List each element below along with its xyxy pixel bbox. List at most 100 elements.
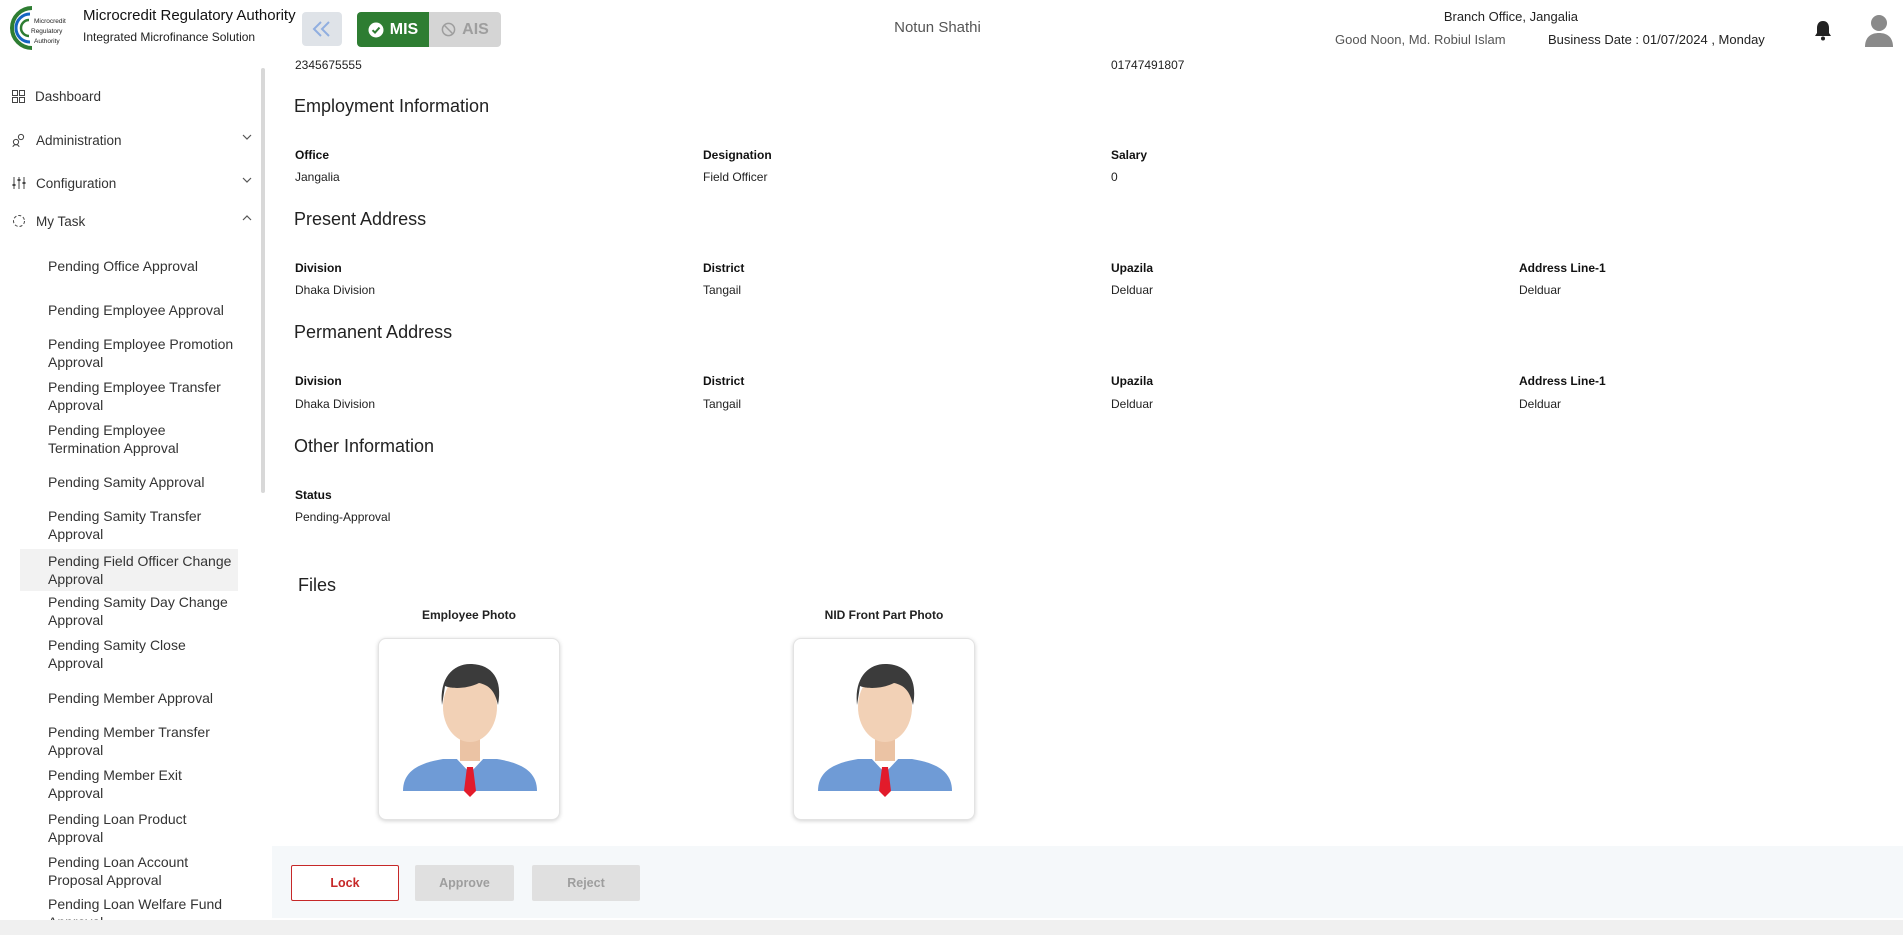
sidebar-subitem-active[interactable]: Pending Field Officer Change Approval [20,549,238,591]
sidebar-subitem[interactable]: Pending Office Approval [20,256,238,276]
permanent-upazila-value: Delduar [1111,397,1154,411]
chevron-down-icon [242,177,252,183]
sidebar-subitem-label: Pending Samity Transfer Approval [48,508,202,542]
module-switch: MIS AIS [357,12,501,47]
permanent-upazila-label: Upazila [1111,374,1154,388]
lock-button[interactable]: Lock [291,865,399,901]
ais-mode-button[interactable]: AIS [429,12,501,47]
status-value: Pending-Approval [295,510,391,524]
sidebar-subitem[interactable]: Pending Loan Welfare Fund Approval [20,895,238,920]
sidebar-subitem[interactable]: Pending Samity Transfer Approval [20,506,238,544]
check-circle-icon [368,22,384,37]
sidebar-subitem-label: Pending Member Approval [48,690,213,706]
block-icon [441,22,456,37]
sidebar-subitem-label: Pending Member Transfer Approval [48,724,210,758]
present-division-label: Division [295,261,342,275]
user-greeting: Good Noon, Md. Robiul Islam [1335,32,1506,47]
samity-name: Notun Shathi [894,19,981,36]
sidebar-subitem[interactable]: Pending Samity Day Change Approval [20,592,238,630]
permanent-address-line1-label: Address Line-1 [1519,374,1606,388]
present-district-value: Tangail [703,283,742,297]
sidebar-subitem-label: Pending Employee Termination Approval [48,422,179,456]
sidebar-item-label: My Task [36,213,86,229]
sidebar-subitem-label: Pending Samity Approval [48,474,205,490]
sidebar-subitem[interactable]: Pending Loan Product Approval [20,809,238,847]
nid-front-photo-thumbnail[interactable] [793,638,975,820]
approve-button[interactable]: Approve [415,865,514,901]
logo-line-2: Regulatory [31,28,63,35]
sidebar-subitem-label: Pending Employee Approval [48,302,224,318]
app-title: Microcredit Regulatory Authority [83,7,296,24]
sidebar-item-label: Administration [36,132,122,148]
office-value: Jangalia [295,170,340,184]
sidebar-subitem[interactable]: Pending Employee Transfer Approval [20,377,238,415]
sidebar-subitem[interactable]: Pending Samity Approval [20,472,238,492]
employee-photo-thumbnail[interactable] [378,638,560,820]
present-upazila-label: Upazila [1111,261,1154,275]
employment-section-title: Employment Information [294,96,490,116]
status-label: Status [295,488,332,502]
sidebar-item-my-task[interactable]: My Task [12,209,252,233]
nid-photo-label: NID Front Part Photo [824,608,944,622]
branch-office: Branch Office, Jangalia [1443,9,1578,24]
app-subtitle: Integrated Microfinance Solution [83,30,256,44]
top-left-value: 2345675555 [295,58,362,72]
top-header: Microcredit Regulatory Authority Microcr… [0,0,1903,58]
sidebar-subitem[interactable]: Pending Member Approval [20,688,238,708]
present-address-line1-label: Address Line-1 [1519,261,1606,275]
sidebar-subitem-label: Pending Field Officer Change Approval [48,553,232,587]
top-right-value: 01747491807 [1111,58,1185,72]
chevron-up-icon [242,215,252,221]
chevron-down-icon [242,134,252,140]
other-information-title: Other Information [294,436,435,456]
present-district-label: District [703,261,745,275]
permanent-address-title: Permanent Address [294,322,453,342]
sidebar-subitem[interactable]: Pending Loan Account Proposal Approval [20,852,238,890]
sidebar-subitem[interactable]: Pending Employee Promotion Approval [20,334,238,372]
present-address-line1-value: Delduar [1519,283,1562,297]
salary-label: Salary [1111,148,1148,162]
collapse-sidebar-button[interactable] [302,12,342,46]
logo-line-3: Authority [34,38,60,45]
footer-strip [0,920,1903,935]
mra-logo: Microcredit Regulatory Authority [10,6,66,50]
sidebar-subitem[interactable]: Pending Samity Close Approval [20,635,238,673]
permanent-division-label: Division [295,374,342,388]
permanent-district-label: District [703,374,745,388]
sidebar-subitem-label: Pending Office Approval [48,258,198,274]
sidebar-subitem-label: Pending Employee Promotion Approval [48,336,234,370]
sidebar-subitem-label: Pending Member Exit Approval [48,767,182,801]
sidebar-subitem[interactable]: Pending Member Transfer Approval [20,722,238,760]
sidebar-subitem[interactable]: Pending Employee Termination Approval [20,420,238,458]
sidebar-item-label: Dashboard [35,88,102,104]
ais-label: AIS [462,20,489,38]
sliders-icon [12,177,26,189]
person-avatar-illustration [403,663,537,797]
sidebar-item-configuration[interactable]: Configuration [12,171,252,195]
sidebar-scrollbar[interactable] [261,68,265,493]
designation-value: Field Officer [703,170,768,184]
present-division-value: Dhaka Division [295,283,376,297]
mis-label: MIS [389,20,419,38]
permanent-district-value: Tangail [703,397,742,411]
sidebar-subitem-label: Pending Loan Product Approval [48,811,187,845]
sidebar-subitem-label: Pending Samity Day Change Approval [48,594,228,628]
present-address-title: Present Address [294,209,427,229]
person-avatar-illustration [818,663,952,797]
reject-button[interactable]: Reject [532,865,640,901]
user-avatar-icon[interactable] [1863,13,1895,47]
salary-value: 0 [1111,170,1118,184]
permanent-division-value: Dhaka Division [295,397,376,411]
sidebar-subitem[interactable]: Pending Employee Approval [20,291,238,329]
sidebar-item-dashboard[interactable]: Dashboard [12,84,252,108]
sidebar: Dashboard Administration Configuration M… [0,58,272,920]
mis-mode-button[interactable]: MIS [357,12,429,47]
bell-icon[interactable] [1813,19,1833,41]
action-bar: Lock Approve Reject [272,846,1903,918]
sidebar-subitem[interactable]: Pending Member Exit Approval [20,765,238,803]
sidebar-item-administration[interactable]: Administration [12,128,252,152]
office-label: Office [295,148,330,162]
sidebar-subitem-label: Pending Loan Account Proposal Approval [48,854,189,888]
sidebar-subitem-label: Pending Loan Welfare Fund Approval [48,896,223,920]
spinner-icon [13,215,25,227]
